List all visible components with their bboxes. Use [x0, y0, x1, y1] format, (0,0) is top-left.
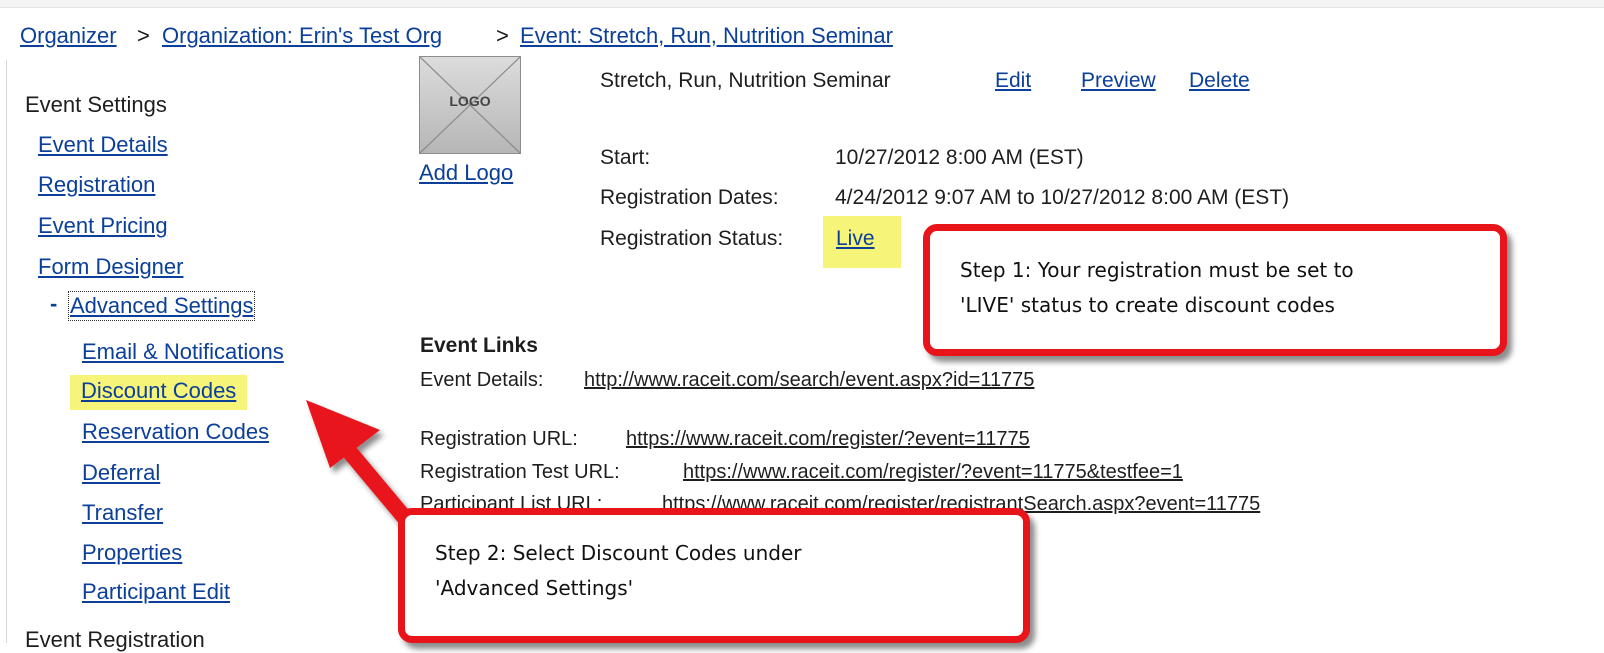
logo-placeholder-text: LOGO	[449, 93, 491, 109]
sidebar-item-advanced-settings[interactable]: Advanced Settings	[67, 291, 256, 321]
registration-dates-label: Registration Dates:	[600, 186, 779, 209]
sidebar-item-registration[interactable]: Registration	[38, 172, 155, 198]
callout-step-1: Step 1: Your registration must be set to…	[923, 224, 1507, 356]
breadcrumb-organization[interactable]: Organization: Erin's Test Org	[162, 23, 442, 49]
sidebar-heading-event-registration: Event Registration	[25, 627, 205, 652]
registration-status-link[interactable]: Live	[836, 227, 875, 251]
sidebar-subitem-deferral[interactable]: Deferral	[82, 460, 160, 486]
sidebar-item-event-pricing[interactable]: Event Pricing	[38, 213, 168, 239]
sidebar-item-form-designer[interactable]: Form Designer	[38, 254, 183, 280]
left-border	[6, 60, 7, 643]
start-label: Start:	[600, 146, 651, 169]
registration-url[interactable]: https://www.raceit.com/register/?event=1…	[626, 428, 1030, 451]
sidebar-subitem-transfer[interactable]: Transfer	[82, 500, 163, 526]
sidebar-heading: Event Settings	[25, 92, 167, 117]
registration-test-url[interactable]: https://www.raceit.com/register/?event=1…	[683, 461, 1183, 484]
breadcrumb-separator: >	[137, 23, 150, 48]
callout-step-1-line-1: Step 1: Your registration must be set to	[960, 258, 1354, 282]
callout-step-2-line-2: 'Advanced Settings'	[435, 576, 634, 600]
sidebar-item-event-details[interactable]: Event Details	[38, 132, 168, 158]
registration-status-label: Registration Status:	[600, 227, 784, 250]
logo-placeholder: LOGO	[419, 56, 521, 154]
top-border	[0, 0, 1604, 8]
registration-dates-value: 4/24/2012 9:07 AM to 10/27/2012 8:00 AM …	[835, 186, 1290, 209]
event-title: Stretch, Run, Nutrition Seminar	[600, 69, 891, 92]
breadcrumb-event[interactable]: Event: Stretch, Run, Nutrition Seminar	[520, 23, 893, 49]
breadcrumb-organizer[interactable]: Organizer	[20, 23, 117, 49]
callout-step-1-line-2: 'LIVE' status to create discount codes	[960, 293, 1335, 317]
sidebar-subitem-discount-codes[interactable]: Discount Codes	[70, 375, 248, 410]
breadcrumb-separator: >	[496, 23, 509, 48]
callout-step-2: Step 2: Select Discount Codes under 'Adv…	[398, 508, 1030, 643]
edit-link[interactable]: Edit	[995, 69, 1031, 93]
sidebar-subitem-reservation-codes[interactable]: Reservation Codes	[82, 419, 269, 445]
preview-link[interactable]: Preview	[1081, 69, 1156, 93]
add-logo-link[interactable]: Add Logo	[419, 160, 513, 186]
sidebar-subitem-email-notifications[interactable]: Email & Notifications	[82, 339, 284, 365]
sidebar-subitem-properties[interactable]: Properties	[82, 540, 182, 566]
event-links-heading: Event Links	[420, 334, 538, 357]
sidebar-subitem-participant-edit[interactable]: Participant Edit	[82, 579, 230, 605]
start-value: 10/27/2012 8:00 AM (EST)	[835, 146, 1084, 169]
delete-link[interactable]: Delete	[1189, 69, 1250, 93]
collapse-toggle-icon[interactable]: -	[50, 291, 57, 317]
callout-step-2-line-1: Step 2: Select Discount Codes under	[435, 541, 802, 565]
event-details-url[interactable]: http://www.raceit.com/search/event.aspx?…	[584, 369, 1034, 392]
